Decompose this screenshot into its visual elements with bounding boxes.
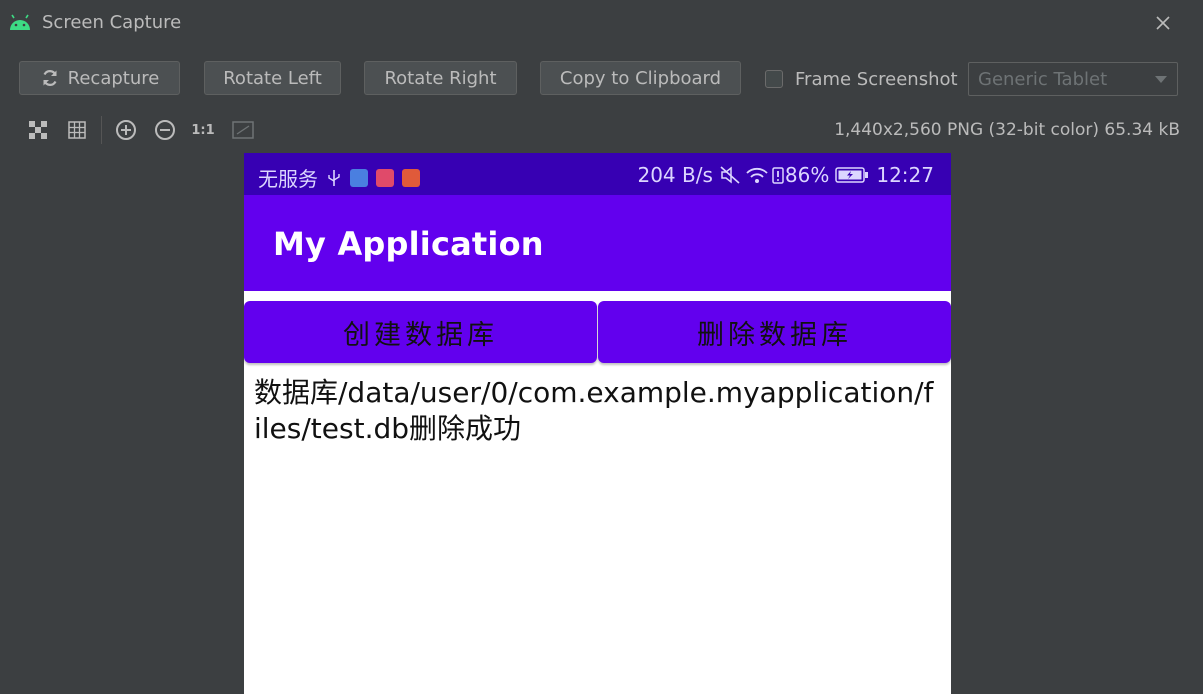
recapture-label: Recapture <box>67 67 160 89</box>
close-icon[interactable] <box>1152 12 1174 34</box>
refresh-icon <box>43 70 57 86</box>
rotate-left-button[interactable]: Rotate Left <box>204 61 341 95</box>
copy-to-clipboard-button[interactable]: Copy to Clipboard <box>540 61 741 95</box>
fit-screen-icon <box>232 121 254 139</box>
android-icon <box>10 14 30 30</box>
checkerboard-background-button[interactable] <box>27 119 49 141</box>
zoom-in-icon <box>116 120 136 140</box>
carrier-text: 无服务 <box>258 167 318 191</box>
recapture-button[interactable]: Recapture <box>19 61 180 95</box>
battery-icon <box>835 167 869 183</box>
device-status-bar: 无服务 204 B/s 86% 12:27 <box>244 153 951 195</box>
wifi-icon <box>746 167 768 183</box>
rotate-right-button[interactable]: Rotate Right <box>364 61 517 95</box>
clock: 12:27 <box>876 163 934 187</box>
battery-percent: 86% <box>784 163 830 187</box>
usb-icon <box>328 169 340 186</box>
checkerboard-icon <box>29 121 47 139</box>
app-title: My Application <box>273 225 544 263</box>
chevron-down-icon <box>1155 76 1167 83</box>
device-select[interactable]: Generic Tablet <box>968 62 1178 96</box>
checkbox-box[interactable] <box>765 70 783 88</box>
grid-button[interactable] <box>66 119 88 141</box>
fit-to-window-button[interactable] <box>232 119 254 141</box>
device-screenshot: 无服务 204 B/s 86% 12:27 My Application 创建数… <box>244 153 951 694</box>
actual-size-button[interactable]: 1:1 <box>191 119 214 141</box>
zoom-out-icon <box>155 120 175 140</box>
image-info: 1,440x2,560 PNG (32-bit color) 65.34 kB <box>834 120 1180 140</box>
frame-screenshot-checkbox[interactable]: Frame Screenshot <box>765 68 958 90</box>
mute-icon <box>720 166 740 184</box>
zoom-out-button[interactable] <box>154 119 176 141</box>
status-bar-right: 204 B/s 86% 12:27 <box>637 163 934 187</box>
rotate-left-label: Rotate Left <box>223 67 322 89</box>
window-title: Screen Capture <box>42 12 182 33</box>
device-select-value: Generic Tablet <box>978 68 1108 90</box>
result-message: 数据库/data/user/0/com.example.myapplicatio… <box>254 376 934 445</box>
app-bar: My Application <box>244 195 951 291</box>
notification-app-icon <box>350 168 368 187</box>
create-database-button[interactable]: 创建数据库 <box>244 301 597 363</box>
status-bar-left: 无服务 <box>258 163 420 192</box>
copy-label: Copy to Clipboard <box>559 67 722 89</box>
book-app-icon <box>402 168 420 187</box>
delete-database-button[interactable]: 删除数据库 <box>598 301 951 363</box>
frame-screenshot-label: Frame Screenshot <box>795 68 958 90</box>
zoom-in-button[interactable] <box>115 119 137 141</box>
location-app-icon <box>376 168 394 187</box>
grid-icon <box>68 121 86 139</box>
battery-alert-icon <box>772 167 784 184</box>
toolbar-divider <box>101 116 102 144</box>
title-bar: Screen Capture <box>0 0 1203 46</box>
net-speed: 204 B/s <box>637 163 713 187</box>
rotate-right-label: Rotate Right <box>384 67 497 89</box>
